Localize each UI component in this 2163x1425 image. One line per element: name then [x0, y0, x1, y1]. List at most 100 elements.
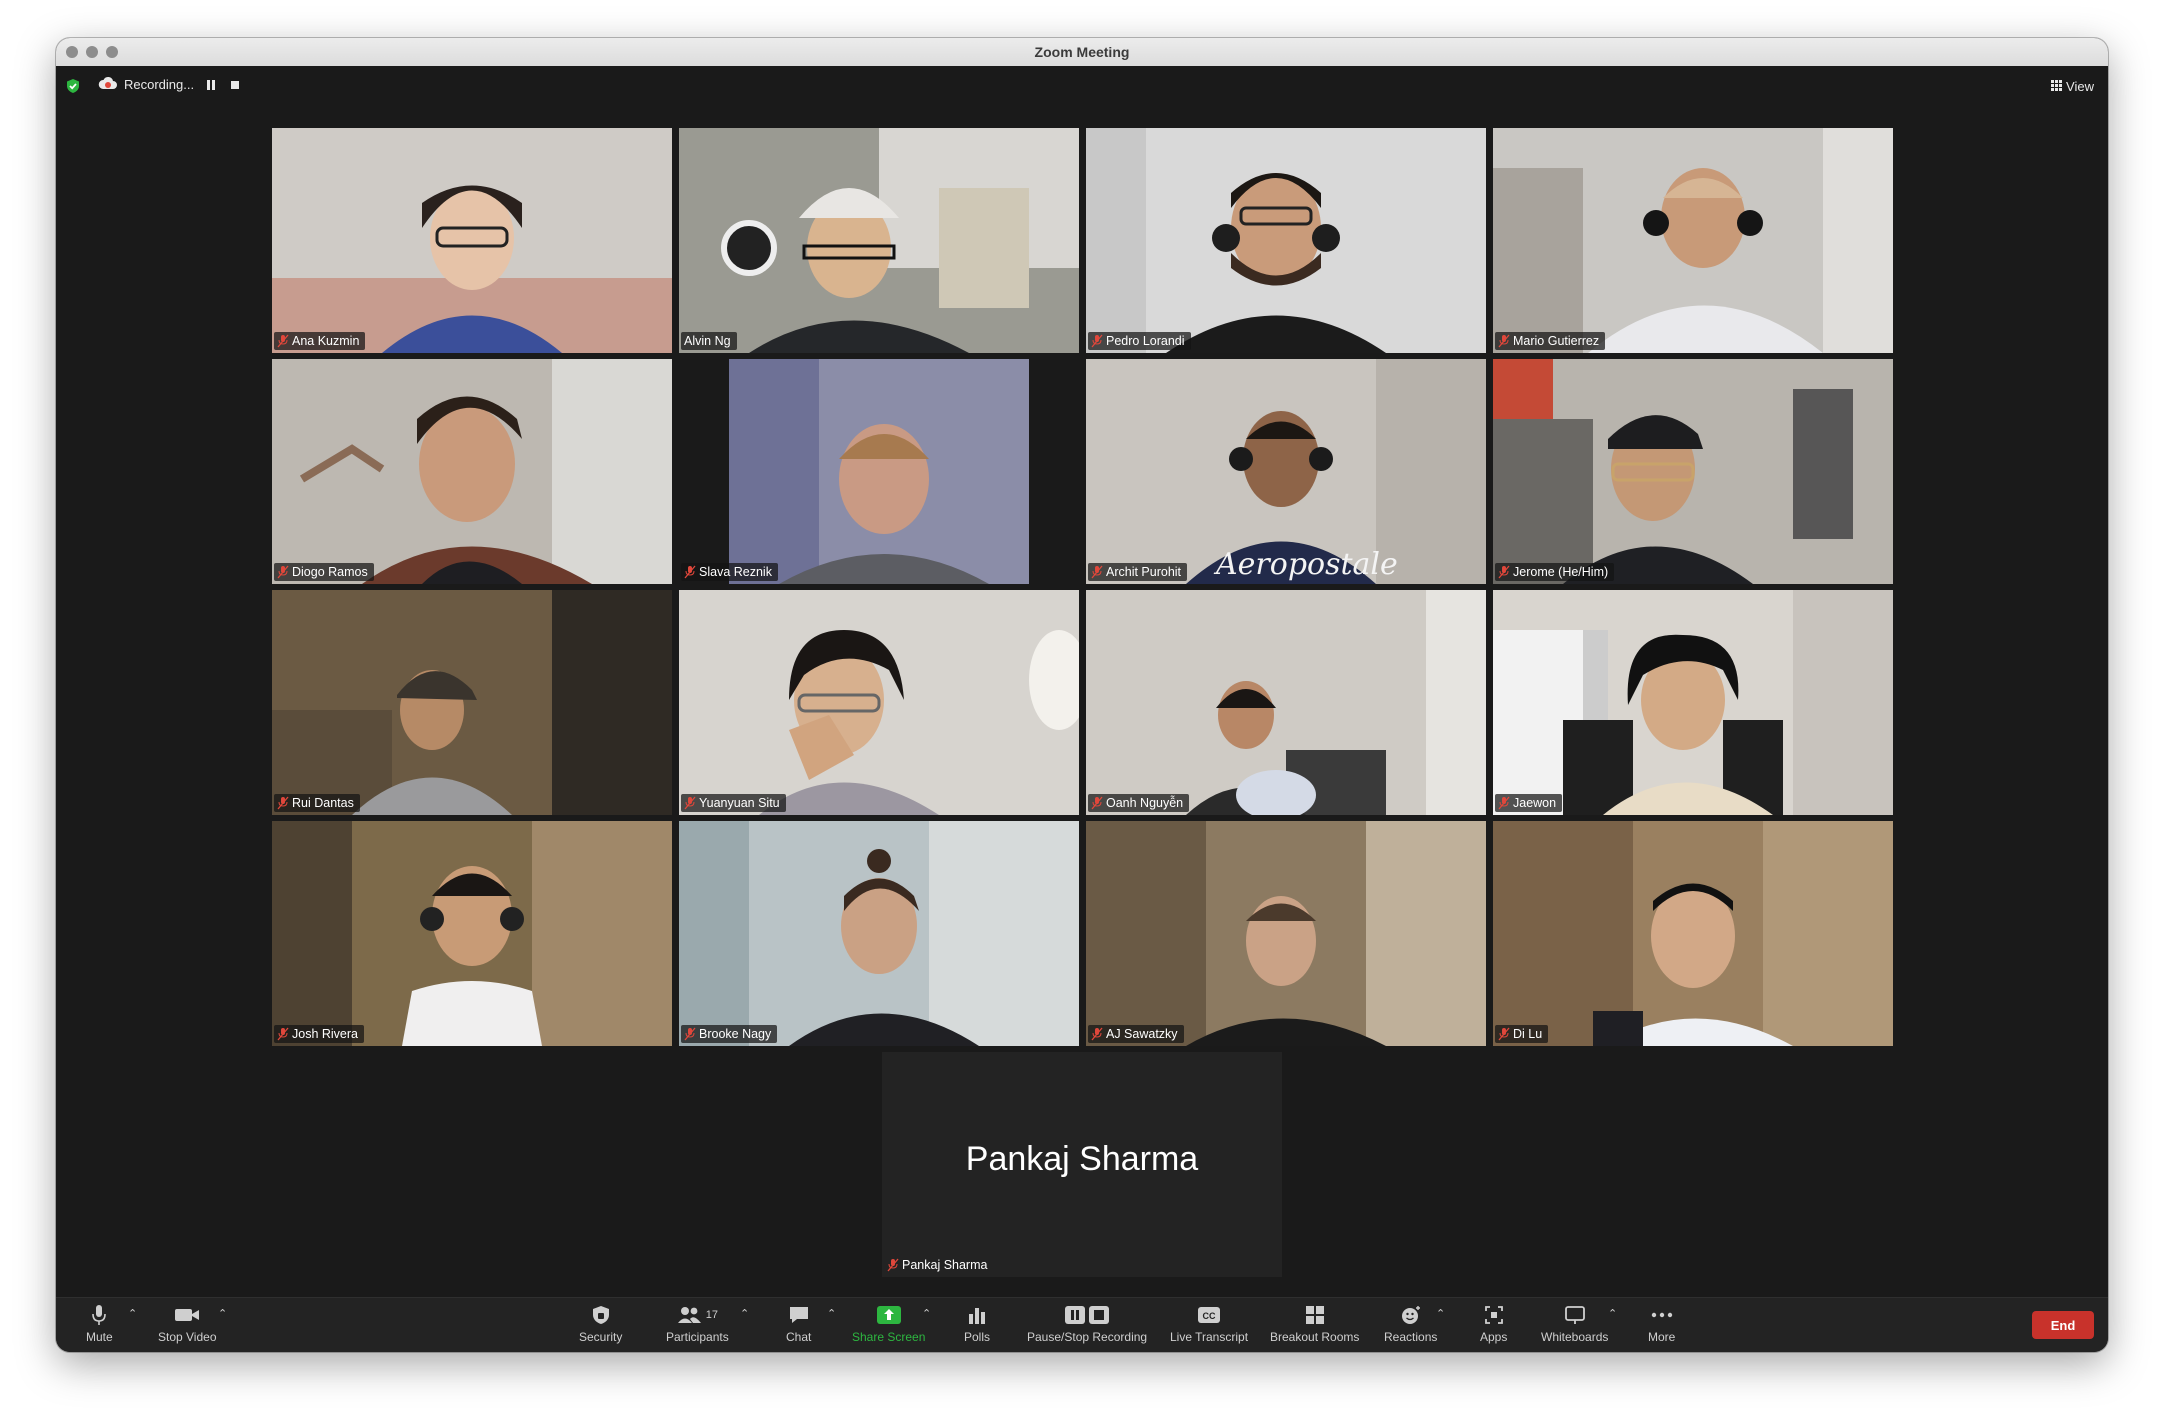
record-pause-stop-icon	[1065, 1306, 1110, 1324]
video-gallery: Ana Kuzmin Alvin Ng Pedro Lorandi Mario …	[272, 128, 1893, 1048]
apps-icon	[1484, 1306, 1503, 1324]
meeting-toolbar: Mute ⌃ Stop Video ⌃ Security 17 Particip…	[56, 1297, 2108, 1352]
video-tile[interactable]: Josh Rivera	[272, 821, 672, 1046]
more-button[interactable]: More	[1648, 1303, 1675, 1344]
microphone-icon	[92, 1305, 107, 1325]
pause-icon[interactable]	[206, 78, 216, 96]
video-tile[interactable]: Yuanyuan Situ	[679, 590, 1079, 815]
recording-label: Recording...	[124, 77, 195, 92]
participant-name-tag: Josh Rivera	[274, 1025, 364, 1043]
recording-cloud-icon	[98, 76, 118, 93]
participant-name-tag: Pedro Lorandi	[1088, 332, 1191, 350]
muted-mic-icon	[277, 334, 289, 348]
video-tile[interactable]: Alvin Ng	[679, 128, 1079, 353]
participant-name-tag: Ana Kuzmin	[274, 332, 366, 350]
recording-indicator: Recording...	[98, 76, 194, 93]
video-options-caret[interactable]: ⌃	[218, 1307, 227, 1320]
video-tile[interactable]: Pedro Lorandi	[1086, 128, 1486, 353]
more-dots-icon	[1651, 1312, 1672, 1318]
muted-mic-icon	[1091, 1027, 1103, 1041]
participant-name-tag: Rui Dantas	[274, 794, 360, 812]
muted-mic-icon	[1498, 565, 1510, 579]
polls-bar-icon	[969, 1308, 985, 1324]
video-tile[interactable]: Ana Kuzmin	[272, 128, 672, 353]
participant-name-tag: Pankaj Sharma	[884, 1256, 993, 1274]
participant-name-tag: Jerome (He/Him)	[1495, 563, 1615, 581]
mute-options-caret[interactable]: ⌃	[128, 1307, 137, 1320]
participant-name-tag: Oanh Nguyễn	[1088, 794, 1190, 812]
muted-mic-icon	[887, 1258, 899, 1272]
share-screen-button[interactable]: Share Screen	[852, 1303, 925, 1344]
participant-name-tag: Yuanyuan Situ	[681, 794, 786, 812]
mute-button[interactable]: Mute	[86, 1303, 113, 1344]
participant-name-tag: Di Lu	[1495, 1025, 1549, 1043]
zoom-window: Zoom Meeting Recording... View Ana Kuzmi…	[56, 38, 2108, 1352]
muted-mic-icon	[1091, 334, 1103, 348]
participants-button[interactable]: 17 Participants	[666, 1303, 729, 1344]
whiteboard-icon	[1564, 1306, 1585, 1324]
stop-icon[interactable]	[230, 78, 240, 96]
window-title: Zoom Meeting	[1034, 44, 1130, 60]
muted-mic-icon	[684, 565, 696, 579]
video-tile[interactable]: Aeropostale Archit Purohit	[1086, 359, 1486, 584]
video-tile[interactable]: Rui Dantas	[272, 590, 672, 815]
participant-name-tag: AJ Sawatzky	[1088, 1025, 1184, 1043]
apps-button[interactable]: Apps	[1480, 1303, 1507, 1344]
participant-count: 17	[705, 1309, 718, 1321]
video-tile[interactable]: Slava Reznik	[679, 359, 1079, 584]
shield-check-icon[interactable]	[66, 78, 80, 99]
muted-mic-icon	[277, 1027, 289, 1041]
muted-mic-icon	[1091, 565, 1103, 579]
polls-button[interactable]: Polls	[964, 1303, 990, 1344]
chat-options-caret[interactable]: ⌃	[827, 1307, 836, 1320]
svg-text:CC: CC	[1203, 1311, 1216, 1321]
end-meeting-button[interactable]: End	[2032, 1311, 2094, 1339]
muted-mic-icon	[277, 796, 289, 810]
security-button[interactable]: Security	[579, 1303, 622, 1344]
video-tile-active-speaker[interactable]: Diogo Ramos	[272, 359, 672, 584]
video-tile[interactable]: Mario Gutierrez	[1493, 128, 1893, 353]
chat-bubble-icon	[789, 1307, 808, 1323]
participant-name-tag: Slava Reznik	[681, 563, 778, 581]
muted-mic-icon	[684, 1027, 696, 1041]
muted-mic-icon	[1091, 796, 1103, 810]
view-label: View	[2066, 79, 2094, 94]
participant-name-tag: Diogo Ramos	[274, 563, 374, 581]
shield-icon	[592, 1306, 609, 1324]
view-button[interactable]: View	[2051, 79, 2094, 94]
meeting-top-bar: Recording... View	[56, 66, 2108, 106]
share-screen-arrow-icon	[876, 1306, 901, 1324]
muted-mic-icon	[1498, 1027, 1510, 1041]
video-off-display-name: Pankaj Sharma	[965, 1140, 1199, 1178]
breakout-rooms-button[interactable]: Breakout Rooms	[1270, 1303, 1359, 1344]
share-options-caret[interactable]: ⌃	[922, 1307, 931, 1320]
participant-name-tag: Alvin Ng	[681, 332, 737, 350]
video-tile[interactable]: Oanh Nguyễn	[1086, 590, 1486, 815]
breakout-rooms-icon	[1305, 1306, 1324, 1324]
participants-options-caret[interactable]: ⌃	[740, 1307, 749, 1320]
whiteboards-button[interactable]: Whiteboards	[1541, 1303, 1608, 1344]
closed-caption-icon: CC	[1198, 1307, 1221, 1323]
video-off-tile[interactable]: Pankaj Sharma Pankaj Sharma	[882, 1052, 1282, 1277]
muted-mic-icon	[684, 796, 696, 810]
video-tile[interactable]: Brooke Nagy	[679, 821, 1079, 1046]
svg-text:Aeropostale: Aeropostale	[1213, 547, 1398, 582]
video-tile[interactable]: Jaewon	[1493, 590, 1893, 815]
chat-button[interactable]: Chat	[786, 1303, 811, 1344]
whiteboards-options-caret[interactable]: ⌃	[1608, 1307, 1617, 1320]
video-tile[interactable]: Di Lu	[1493, 821, 1893, 1046]
grid-view-icon	[2051, 79, 2063, 94]
video-camera-icon	[175, 1309, 200, 1321]
reactions-button[interactable]: Reactions	[1384, 1303, 1437, 1344]
participant-name-tag: Mario Gutierrez	[1495, 332, 1606, 350]
muted-mic-icon	[1498, 796, 1510, 810]
recording-controls	[206, 78, 240, 96]
pause-stop-recording-button[interactable]: Pause/Stop Recording	[1027, 1303, 1147, 1344]
stop-video-button[interactable]: Stop Video	[158, 1303, 217, 1344]
reactions-options-caret[interactable]: ⌃	[1436, 1307, 1445, 1320]
live-transcript-button[interactable]: CC Live Transcript	[1170, 1303, 1248, 1344]
video-tile[interactable]: Jerome (He/Him)	[1493, 359, 1893, 584]
participant-name-tag: Archit Purohit	[1088, 563, 1188, 581]
muted-mic-icon	[1498, 334, 1510, 348]
video-tile[interactable]: AJ Sawatzky	[1086, 821, 1486, 1046]
